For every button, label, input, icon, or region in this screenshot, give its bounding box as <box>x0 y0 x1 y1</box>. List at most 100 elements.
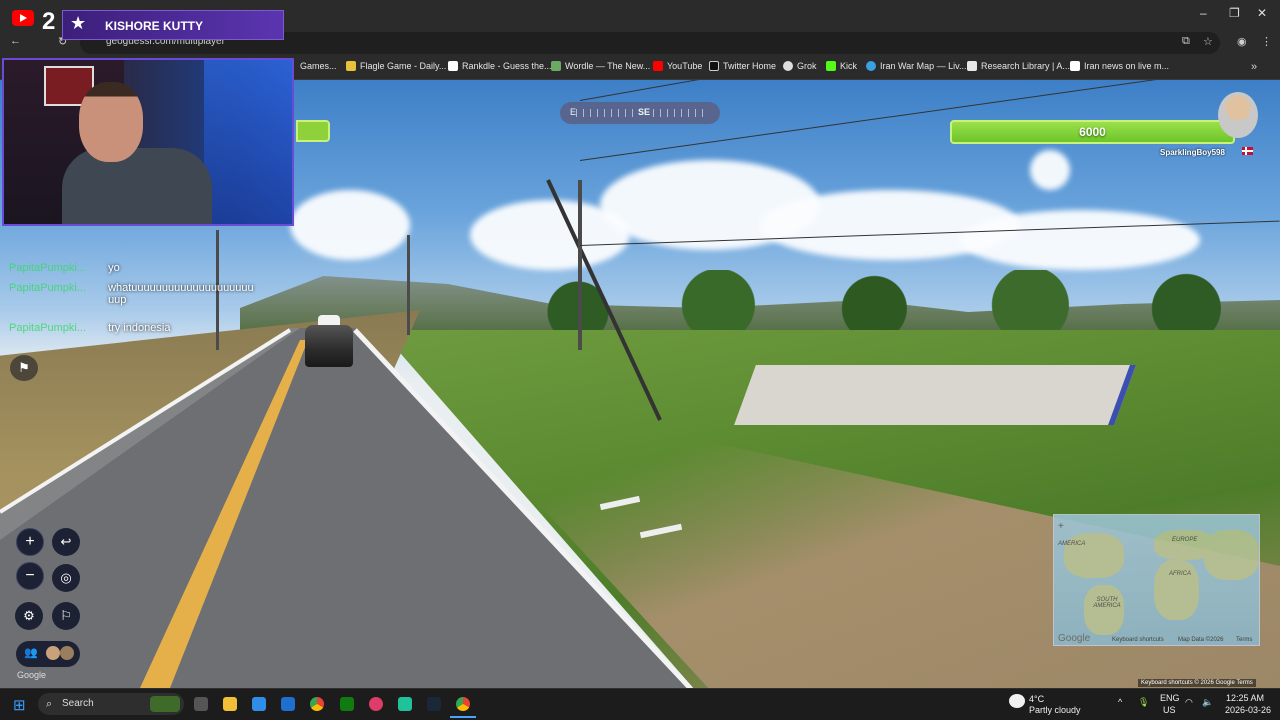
denmark-flag-icon <box>1242 147 1253 155</box>
viewer-counter: 2 <box>42 8 56 35</box>
bookmark-star-icon[interactable]: ☆ <box>1203 35 1213 48</box>
language-top[interactable]: ENG <box>1160 693 1180 703</box>
chrome-icon[interactable] <box>310 697 324 711</box>
back-icon[interactable]: ← <box>10 35 21 47</box>
return-to-start-button[interactable]: ◎ <box>52 564 80 592</box>
bookmark-item[interactable]: Iran news on live m... <box>1070 61 1169 71</box>
clock-time[interactable]: 12:25 AM <box>1226 693 1264 703</box>
profile-icon[interactable]: ◉ <box>1237 35 1247 48</box>
chat-message: PapitaPumpki... whatuuuuuuuuuuuuuuuuuuuu… <box>9 282 258 306</box>
chat-username: PapitaPumpki... <box>9 262 87 274</box>
map-label: AFRICA <box>1169 571 1192 577</box>
chat-text: try indonesia <box>108 322 171 334</box>
zoom-out-button[interactable]: − <box>16 562 44 590</box>
opponent-avatar <box>1218 92 1258 138</box>
utility-pole <box>578 180 582 350</box>
bookmark-item[interactable]: Kick <box>826 61 857 71</box>
map-shortcuts-link[interactable]: Keyboard shortcuts <box>1112 637 1164 643</box>
streetview-copyright: Keyboard shortcuts © 2026 Google Terms <box>1138 679 1256 687</box>
map-data: Map Data ©2026 <box>1178 637 1224 643</box>
volume-icon[interactable]: 🔈 <box>1202 697 1213 708</box>
xbox-icon[interactable] <box>340 697 354 711</box>
player-avatar <box>46 646 60 660</box>
windows-taskbar <box>0 688 1280 720</box>
compass-heading: SE <box>636 107 653 117</box>
chrome-active-icon[interactable] <box>456 697 470 711</box>
file-explorer-icon[interactable] <box>223 697 237 711</box>
more-bookmarks-icon[interactable]: » <box>1251 61 1257 73</box>
language-bottom[interactable]: US <box>1163 705 1176 715</box>
wifi-icon[interactable]: ◠ <box>1185 697 1193 708</box>
continent <box>1084 585 1124 635</box>
bookmark-item[interactable]: Twitter Home <box>709 61 776 71</box>
player-health-bar <box>296 120 330 142</box>
weather-desc[interactable]: Partly cloudy <box>1029 705 1081 715</box>
bookmark-item[interactable]: Iran War Map — Liv... <box>866 61 967 71</box>
app-icon[interactable] <box>398 697 412 711</box>
taskbar-search[interactable]: ⌕ Search <box>38 693 184 715</box>
map-label: EUROPE <box>1172 537 1198 543</box>
search-highlight-icon <box>150 696 180 712</box>
close-icon[interactable]: ✕ <box>1257 6 1267 20</box>
bookmark-item[interactable]: Games... <box>300 61 337 71</box>
webcam-feed <box>2 58 294 226</box>
google-logo: Google <box>17 670 47 680</box>
clock-date[interactable]: 2026-03-26 <box>1225 705 1271 715</box>
report-icon[interactable]: ⚑ <box>10 355 38 381</box>
news-icon <box>1070 61 1080 71</box>
map-icon <box>866 61 876 71</box>
shortcuts-link[interactable]: Keyboard shortcuts <box>1141 680 1193 686</box>
undo-move-button[interactable]: ↩ <box>52 528 80 556</box>
bookmark-item[interactable]: Grok <box>783 61 817 71</box>
minimize-icon[interactable]: – <box>1200 6 1207 20</box>
microphone-icon[interactable]: 🎙 <box>1138 697 1149 708</box>
alert-name: KISHORE KUTTY <box>105 19 204 33</box>
continent <box>1064 533 1124 578</box>
bookmark-item[interactable]: Wordle — The New... <box>551 61 650 71</box>
bookmark-item[interactable]: Rankdle - Guess the... <box>448 61 552 71</box>
menu-icon[interactable]: ⋮ <box>1261 35 1272 48</box>
google-logo: Google <box>1058 633 1091 644</box>
map-label: AMERICA <box>1058 541 1086 547</box>
flag-icon[interactable]: ⚐ <box>52 602 80 630</box>
bookmark-item[interactable]: Research Library | A... <box>967 61 1070 71</box>
tray-chevron-icon[interactable]: ^ <box>1118 697 1122 707</box>
guess-minimap[interactable]: + AMERICA EUROPE AFRICA SOUTH AMERICA Go… <box>1053 514 1260 646</box>
install-icon[interactable]: ⧉ <box>1182 35 1190 48</box>
zoom-in-button[interactable]: + <box>16 528 44 556</box>
settings-icon[interactable]: ⚙ <box>15 602 43 630</box>
media-player-icon[interactable] <box>369 697 383 711</box>
expand-icon[interactable]: + <box>1058 521 1064 532</box>
chat-text: whatuuuuuuuuuuuuuuuuuuuuuup <box>108 282 254 306</box>
bookmark-item[interactable]: Flagle Game - Daily... <box>346 61 446 71</box>
store-icon[interactable] <box>252 697 266 711</box>
task-view-icon[interactable] <box>194 697 208 711</box>
chat-message: PapitaPumpki... try indonesia <box>9 322 170 334</box>
bookmark-item[interactable]: YouTube <box>653 61 702 71</box>
player-avatar <box>60 646 74 660</box>
map-terms-link[interactable]: Terms <box>1236 637 1252 643</box>
players-button[interactable]: 👥 <box>16 641 80 667</box>
weather-temp[interactable]: 4°C <box>1029 694 1044 704</box>
flagle-icon <box>346 61 356 71</box>
wordle-icon <box>551 61 561 71</box>
search-placeholder: Search <box>62 698 94 709</box>
steam-icon[interactable] <box>427 697 441 711</box>
youtube-icon <box>653 61 663 71</box>
chat-username: PapitaPumpki... <box>9 322 87 334</box>
library-icon <box>967 61 977 71</box>
outlook-icon[interactable] <box>281 697 295 711</box>
dark-car <box>305 325 353 367</box>
maximize-icon[interactable]: ❐ <box>1229 6 1240 20</box>
continent <box>1154 560 1199 620</box>
rankdle-icon <box>448 61 458 71</box>
terms-link[interactable]: Terms <box>1236 680 1252 686</box>
chat-username: PapitaPumpki... <box>9 282 87 294</box>
windows-start-icon[interactable]: ⊞ <box>13 696 26 714</box>
people-icon: 👥 <box>24 647 38 659</box>
chat-text: yo <box>108 262 120 274</box>
continent <box>1204 530 1259 580</box>
x-icon <box>709 61 719 71</box>
compass-east: E <box>570 107 577 117</box>
grok-icon <box>783 61 793 71</box>
